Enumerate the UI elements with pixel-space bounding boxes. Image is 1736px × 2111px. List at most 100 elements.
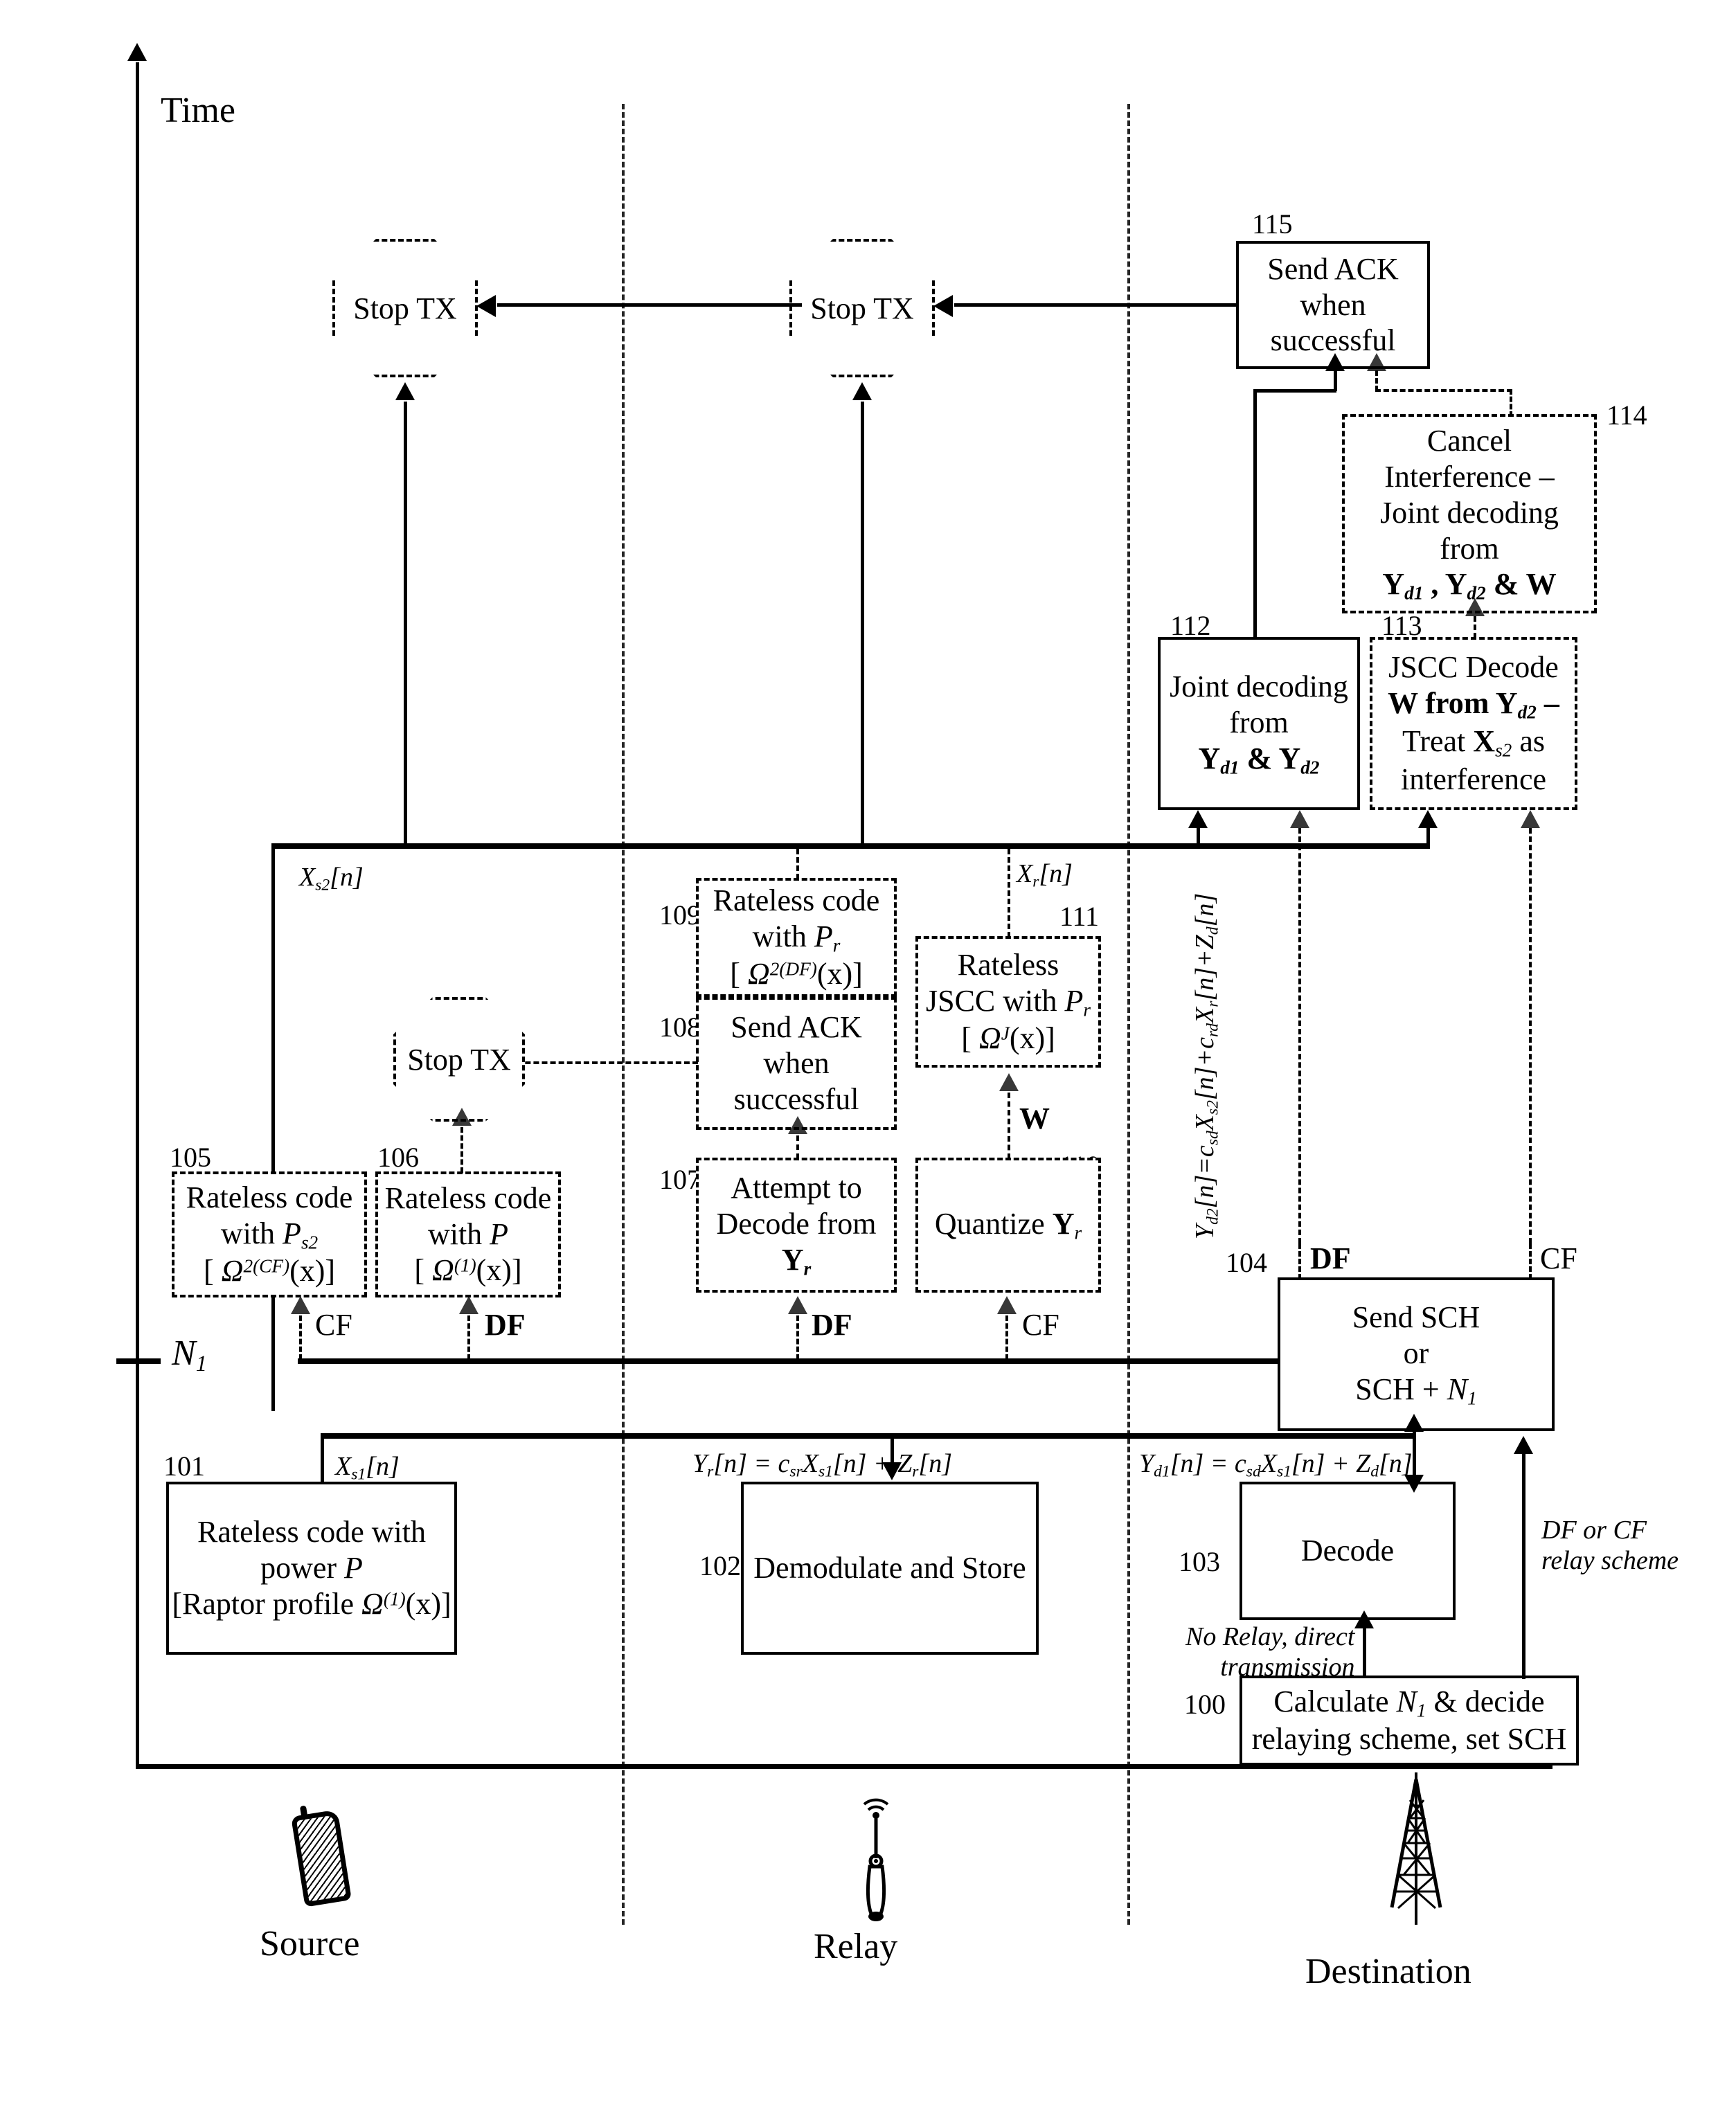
node-112-line-1: Joint decoding: [1170, 669, 1348, 703]
riser-100-to-103-head: [1354, 1610, 1374, 1628]
cell-tower-icon: [1364, 1772, 1468, 1932]
edge-113-to-114: [1474, 616, 1476, 638]
node-111-line-1: Rateless: [957, 947, 1059, 982]
ref-101: 101: [163, 1450, 205, 1482]
label-x-s2: Xs2[n]: [299, 863, 364, 895]
lane-label-destination: Destination: [1305, 1952, 1471, 1991]
node-104-line-1: Send SCH: [1352, 1300, 1480, 1334]
edge-107-to-108: [796, 1135, 799, 1159]
node-101-rateless-code-power-p[interactable]: Rateless code with power P [Raptor profi…: [166, 1482, 457, 1655]
node-111-rateless-jscc[interactable]: Rateless JSCC with Pr [ ΩJ(x)]: [915, 936, 1101, 1068]
node-114-line-3: Joint decoding: [1380, 495, 1559, 530]
node-111-line-2: JSCC with Pr: [925, 983, 1091, 1021]
stop-tx-source-label: Stop TX: [353, 291, 457, 325]
stop-tx-source-node[interactable]: Stop TX: [332, 239, 478, 377]
stop-tx-relay-riser-head: [852, 382, 872, 400]
second-phase-bus-line: [271, 843, 1426, 849]
riser-103-to-104-head: [1404, 1414, 1424, 1432]
node-100-calculate-n1[interactable]: Calculate N1 & decide relaying scheme, s…: [1240, 1676, 1579, 1766]
label-no-relay-direct: No Relay, direct transmission: [1185, 1622, 1354, 1682]
edge-106-to-stoptx-head: [452, 1108, 472, 1126]
node-111-line-3: [ ΩJ(x)]: [961, 1021, 1055, 1056]
node-105-rateless-code-ps2[interactable]: Rateless code with Ps2 [ Ω2(CF)(x)]: [172, 1171, 367, 1297]
node-104-line-3: SCH + N1: [1355, 1372, 1477, 1409]
node-106-line-1: Rateless code: [384, 1181, 552, 1216]
riser-bus-to-113-head: [1418, 810, 1438, 828]
ref-114: 114: [1607, 399, 1647, 431]
node-108-send-ack[interactable]: Send ACK when successful: [696, 997, 897, 1130]
label-x-r: Xr[n]: [1017, 859, 1073, 891]
node-113-line-4: interference: [1400, 762, 1547, 796]
out-df-dest: [1298, 1243, 1301, 1279]
lane-divider-relay-destination: [1127, 104, 1130, 1925]
edge-112-to-115-horz: [1253, 389, 1336, 393]
node-101-line-2: power P: [260, 1551, 363, 1586]
ref-104: 104: [1226, 1247, 1267, 1278]
node-107-attempt-decode[interactable]: Attempt to Decode from Yr: [696, 1158, 897, 1293]
node-106-line-3: [ Ω(1)(x)]: [414, 1252, 522, 1287]
node-110-label: Quantize Yr: [934, 1207, 1082, 1243]
ref-115: 115: [1252, 208, 1293, 240]
riser-101-to-bus: [321, 1433, 324, 1483]
node-102-demodulate-store[interactable]: Demodulate and Store: [741, 1482, 1039, 1655]
label-w-signal: W: [1019, 1102, 1050, 1135]
label-df-dest: DF: [1310, 1241, 1351, 1275]
riser-bus-to-112-head: [1188, 810, 1208, 828]
node-104-line-2: or: [1403, 1336, 1429, 1370]
node-109-line-1: Rateless code: [713, 883, 880, 917]
feeder-cf-source: [299, 1315, 302, 1360]
node-101-line-3: [Raptor profile Ω(1)(x)]: [172, 1586, 451, 1621]
label-y-d1-equation: Yd1[n] = csdXs1[n] + Zd[n]: [1139, 1449, 1413, 1481]
feeder-cf-relay: [1005, 1315, 1008, 1360]
edge-113-to-114-head: [1465, 598, 1485, 616]
ref-105: 105: [170, 1142, 211, 1173]
ref-109: 109: [659, 899, 701, 931]
stop-tx-relay-node[interactable]: Stop TX: [789, 239, 935, 377]
node-109-rateless-code-pr[interactable]: Rateless code with Pr [ Ω2(DF)(x)]: [696, 878, 897, 997]
node-103-decode[interactable]: Decode: [1240, 1482, 1456, 1620]
node-107-line-1: Attempt to: [731, 1171, 862, 1205]
edge-106-to-stoptx: [460, 1127, 463, 1173]
n1-label: N1: [172, 1333, 207, 1376]
node-112-line-3: Yd1 & Yd2: [1198, 741, 1320, 778]
node-110-quantize[interactable]: Quantize Yr: [915, 1158, 1101, 1293]
label-y-d2-equation: Yd2[n]=csdXs2[n]+crdXr[n]+Zd[n]: [1190, 892, 1222, 1239]
node-109-line-3: [ Ω2(DF)(x)]: [730, 957, 863, 991]
ack-arrow-relay-head: [933, 295, 953, 317]
riser-100-to-104-head: [1514, 1436, 1533, 1454]
feeder-cf-source-head: [291, 1296, 310, 1314]
time-axis-line: [136, 62, 139, 1766]
stop-tx-source-mid-node[interactable]: Stop TX: [393, 997, 525, 1122]
node-113-jscc-decode[interactable]: JSCC Decode W from Yd2 – Treat Xs2 as in…: [1370, 637, 1577, 810]
label-x-s1: Xs1[n]: [335, 1452, 400, 1484]
feeder-df-relay: [796, 1315, 799, 1360]
label-no-relay-line-1: No Relay, direct: [1185, 1622, 1355, 1651]
riser-w-to-113: [1529, 828, 1532, 1243]
ref-108: 108: [659, 1012, 701, 1043]
ack-arrow-source-head: [476, 295, 496, 317]
time-axis-arrowhead: [127, 43, 147, 61]
node-114-line-4: from: [1440, 531, 1499, 566]
riser-103-to-104: [1413, 1432, 1416, 1436]
second-phase-bus-left-riser: [271, 843, 275, 1411]
edge-111-to-bus: [1008, 849, 1010, 937]
label-df-or-cf-relay-scheme: DF or CF relay scheme: [1541, 1515, 1679, 1576]
edge-114-to-115-stub: [1375, 370, 1378, 391]
node-100-line-1: Calculate N1 & decide: [1273, 1684, 1545, 1721]
out-cf-dest: [1529, 1243, 1532, 1279]
label-no-relay-line-2: transmission: [1220, 1653, 1355, 1682]
feeder-df-source-head: [459, 1296, 478, 1314]
node-104-send-sch[interactable]: Send SCH or SCH + N1: [1278, 1277, 1555, 1431]
lane-divider-source-relay: [622, 104, 625, 1925]
node-115-send-ack[interactable]: Send ACK when successful: [1236, 241, 1430, 369]
patent-figure-canvas: Time N1 Stop TX Stop TX 115 Send ACK whe…: [0, 0, 1736, 2111]
node-106-rateless-code-p[interactable]: Rateless code with P [ Ω(1)(x)]: [375, 1171, 561, 1297]
label-cf-source: CF: [315, 1308, 352, 1342]
node-112-joint-decoding[interactable]: Joint decoding from Yd1 & Yd2: [1158, 637, 1360, 810]
edge-112-to-115-vert: [1253, 389, 1257, 638]
feeder-df-relay-head: [788, 1296, 807, 1314]
label-relay-scheme-line-1: DF or CF: [1541, 1516, 1647, 1545]
edge-110-to-111-head: [999, 1073, 1019, 1091]
node-114-cancel-interference[interactable]: Cancel Interference – Joint decoding fro…: [1342, 414, 1597, 613]
feeder-cf-relay-head: [997, 1296, 1017, 1314]
